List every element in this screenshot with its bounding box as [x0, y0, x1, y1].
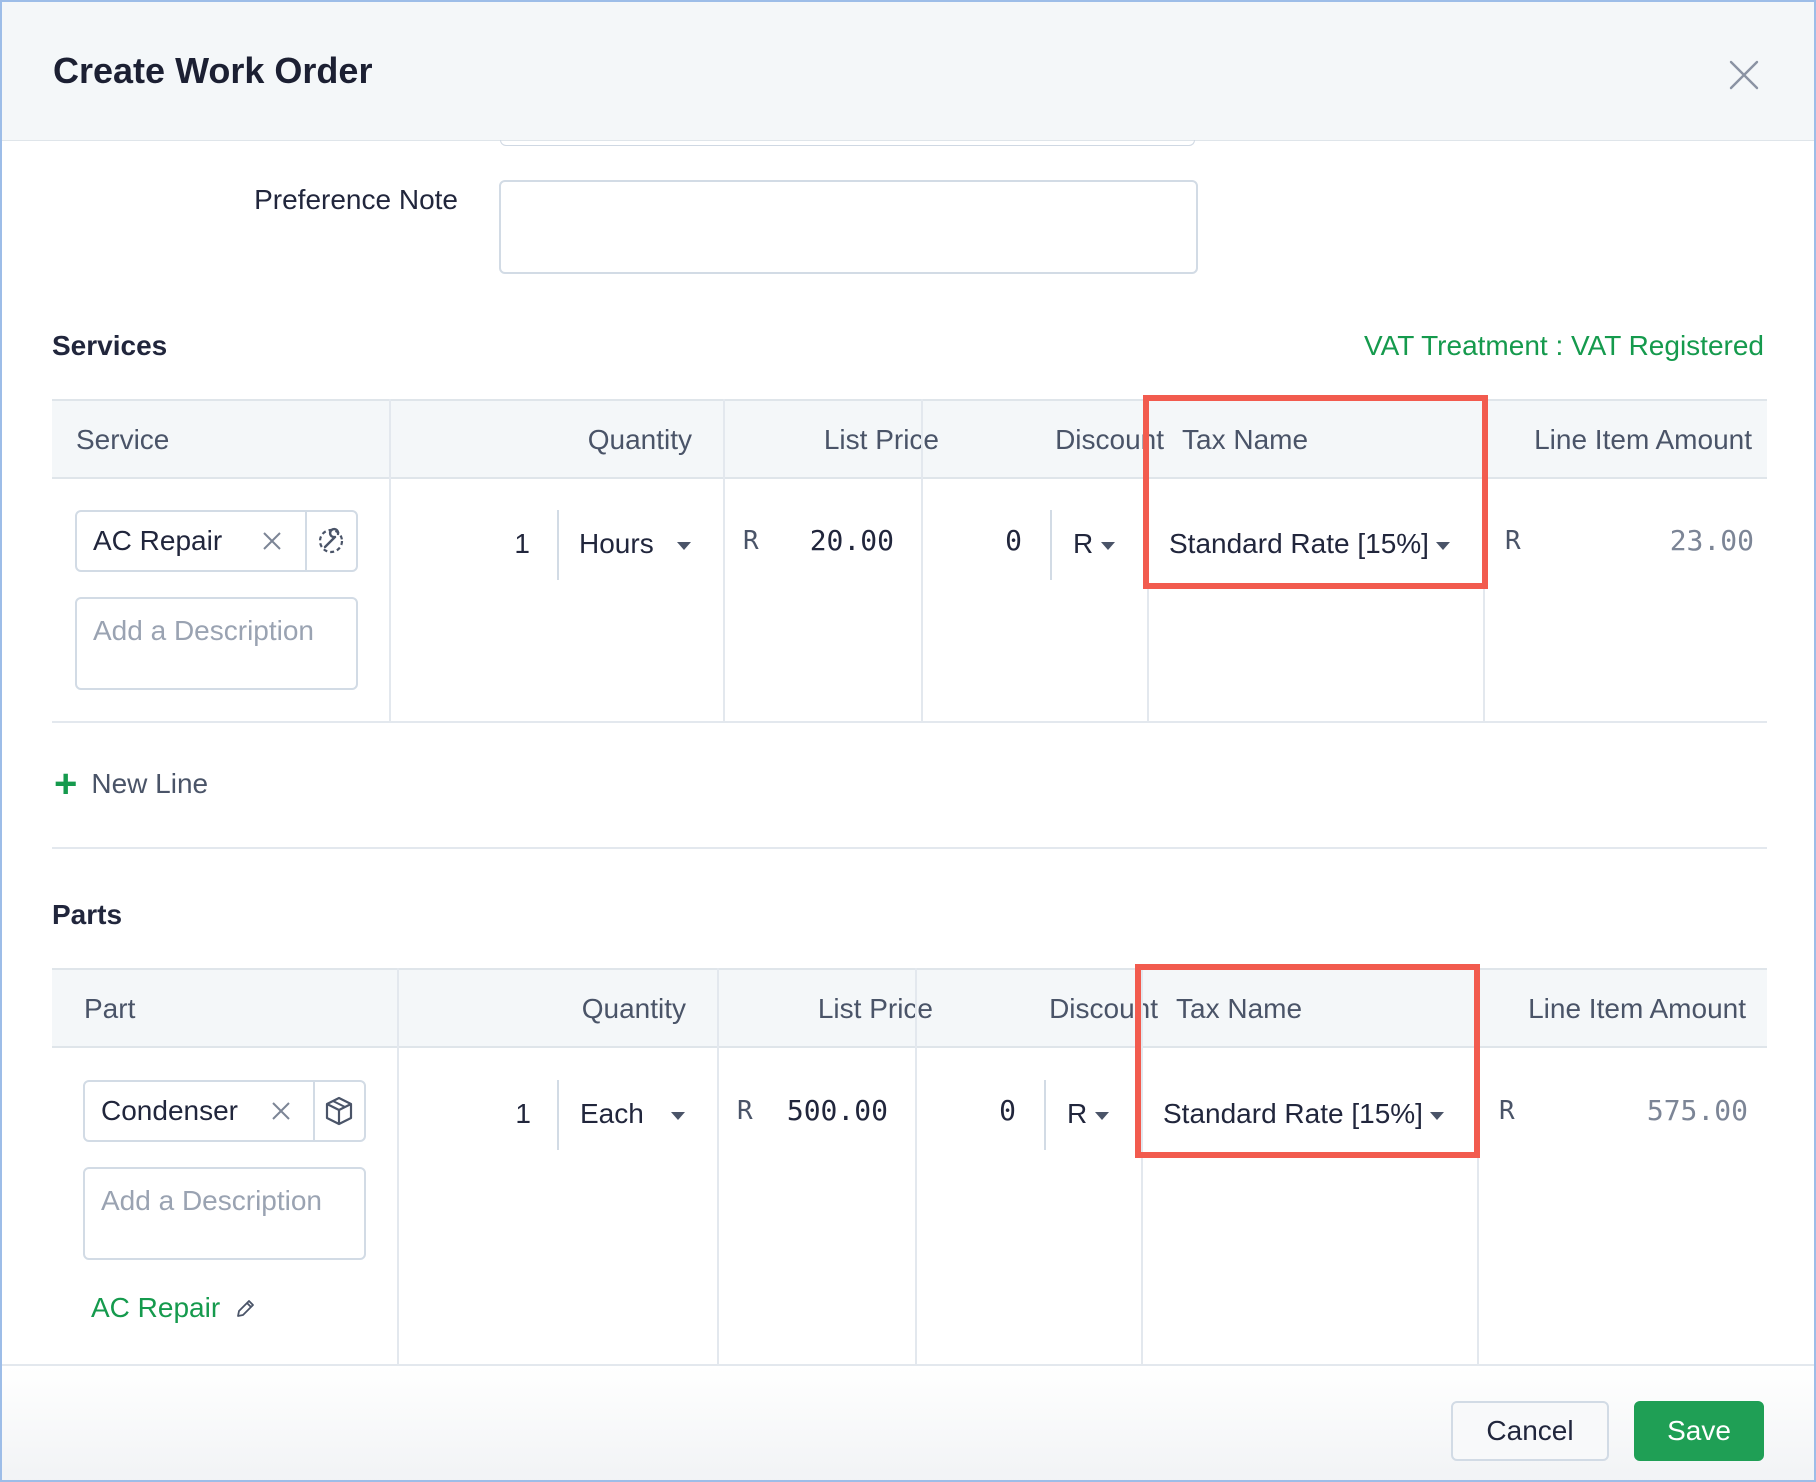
part-quantity[interactable]: 1: [491, 1098, 531, 1130]
description-placeholder: Add a Description: [101, 1185, 323, 1216]
item-separator: [305, 512, 307, 570]
create-work-order-dialog: Create Work Order Preference Note Servic…: [0, 0, 1816, 1482]
parts-section-title: Parts: [52, 899, 123, 930]
chevron-down-icon[interactable]: [1095, 1112, 1109, 1120]
save-button[interactable]: Save: [1634, 1401, 1764, 1461]
item-separator: [313, 1082, 315, 1140]
new-line-label: New Line: [91, 768, 209, 799]
services-col-amount: Line Item Amount: [1534, 424, 1752, 455]
service-quantity[interactable]: 1: [490, 528, 530, 560]
services-col-quantity: Quantity: [587, 424, 692, 455]
col-divider: [921, 399, 923, 723]
service-discount[interactable]: 0: [992, 524, 1022, 557]
list-price-currency: R: [737, 1096, 753, 1126]
tax-name-highlight: [1135, 964, 1480, 1158]
service-list-price[interactable]: 20.00: [782, 524, 894, 557]
services-table-header: Service Quantity List Price Discount Tax…: [52, 399, 1767, 479]
linked-service-link[interactable]: AC Repair: [91, 1292, 220, 1324]
services-col-service: Service: [76, 424, 170, 455]
service-line-amount: 23.00: [1669, 524, 1754, 557]
service-discount-type[interactable]: R: [1073, 528, 1093, 560]
section-divider: [52, 847, 1767, 849]
parts-col-list-price: List Price: [817, 993, 933, 1024]
part-discount[interactable]: 0: [986, 1094, 1016, 1127]
cancel-button[interactable]: Cancel: [1451, 1401, 1609, 1461]
services-col-list-price: List Price: [823, 424, 939, 455]
vat-treatment-link[interactable]: VAT Treatment : VAT Registered: [1364, 330, 1764, 362]
discount-divider: [1050, 510, 1052, 580]
close-icon[interactable]: [1727, 58, 1761, 92]
col-divider: [389, 399, 391, 723]
pencil-icon[interactable]: [234, 1298, 256, 1320]
preference-note-input[interactable]: [499, 180, 1198, 274]
part-select[interactable]: Condenser: [83, 1080, 366, 1142]
box-icon[interactable]: [321, 1093, 357, 1129]
col-divider: [723, 399, 725, 723]
quantity-unit-divider: [557, 510, 559, 580]
previous-field-edge: [500, 140, 1195, 146]
parts-col-amount: Line Item Amount: [1528, 993, 1746, 1024]
col-divider: [915, 968, 917, 1364]
part-line-amount: 575.00: [1646, 1094, 1748, 1127]
service-select[interactable]: AC Repair: [75, 510, 358, 572]
part-discount-type[interactable]: R: [1067, 1098, 1087, 1130]
preference-note-label: Preference Note: [254, 184, 458, 215]
list-price-currency: R: [743, 526, 759, 556]
discount-divider: [1044, 1080, 1046, 1150]
service-unit-select[interactable]: Hours: [579, 528, 654, 560]
description-placeholder: Add a Description: [93, 615, 315, 646]
part-description-input[interactable]: Add a Description: [83, 1167, 366, 1260]
services-col-discount: Discount: [1055, 424, 1164, 455]
dialog-header: Create Work Order: [2, 2, 1814, 141]
clear-part-icon[interactable]: [271, 1101, 291, 1121]
service-description-input[interactable]: Add a Description: [75, 597, 358, 690]
col-divider: [717, 968, 719, 1364]
dialog-title: Create Work Order: [53, 50, 373, 91]
clear-service-icon[interactable]: [262, 531, 282, 551]
chevron-down-icon[interactable]: [677, 542, 691, 550]
dialog-footer: Cancel Save: [2, 1364, 1814, 1480]
amount-currency: R: [1499, 1096, 1515, 1126]
parts-col-part: Part: [84, 993, 136, 1024]
wrench-gear-icon[interactable]: [313, 523, 349, 559]
quantity-unit-divider: [557, 1080, 559, 1150]
part-unit-select[interactable]: Each: [580, 1098, 644, 1130]
part-name: Condenser: [101, 1095, 238, 1126]
col-divider: [397, 968, 399, 1364]
parts-table-header: Part Quantity List Price Discount Tax Na…: [52, 968, 1767, 1048]
parts-col-discount: Discount: [1049, 993, 1158, 1024]
amount-currency: R: [1505, 526, 1521, 556]
tax-name-highlight: [1143, 395, 1488, 589]
service-name: AC Repair: [93, 525, 223, 556]
parts-table: Part Quantity List Price Discount Tax Na…: [52, 968, 1767, 1364]
row-divider: [52, 721, 1767, 723]
services-section-title: Services: [52, 330, 168, 361]
part-list-price[interactable]: 500.00: [772, 1094, 888, 1127]
chevron-down-icon[interactable]: [1101, 542, 1115, 550]
plus-icon: +: [54, 762, 78, 806]
chevron-down-icon[interactable]: [671, 1112, 685, 1120]
new-line-button[interactable]: + New Line: [54, 764, 208, 804]
parts-col-quantity: Quantity: [581, 993, 686, 1024]
